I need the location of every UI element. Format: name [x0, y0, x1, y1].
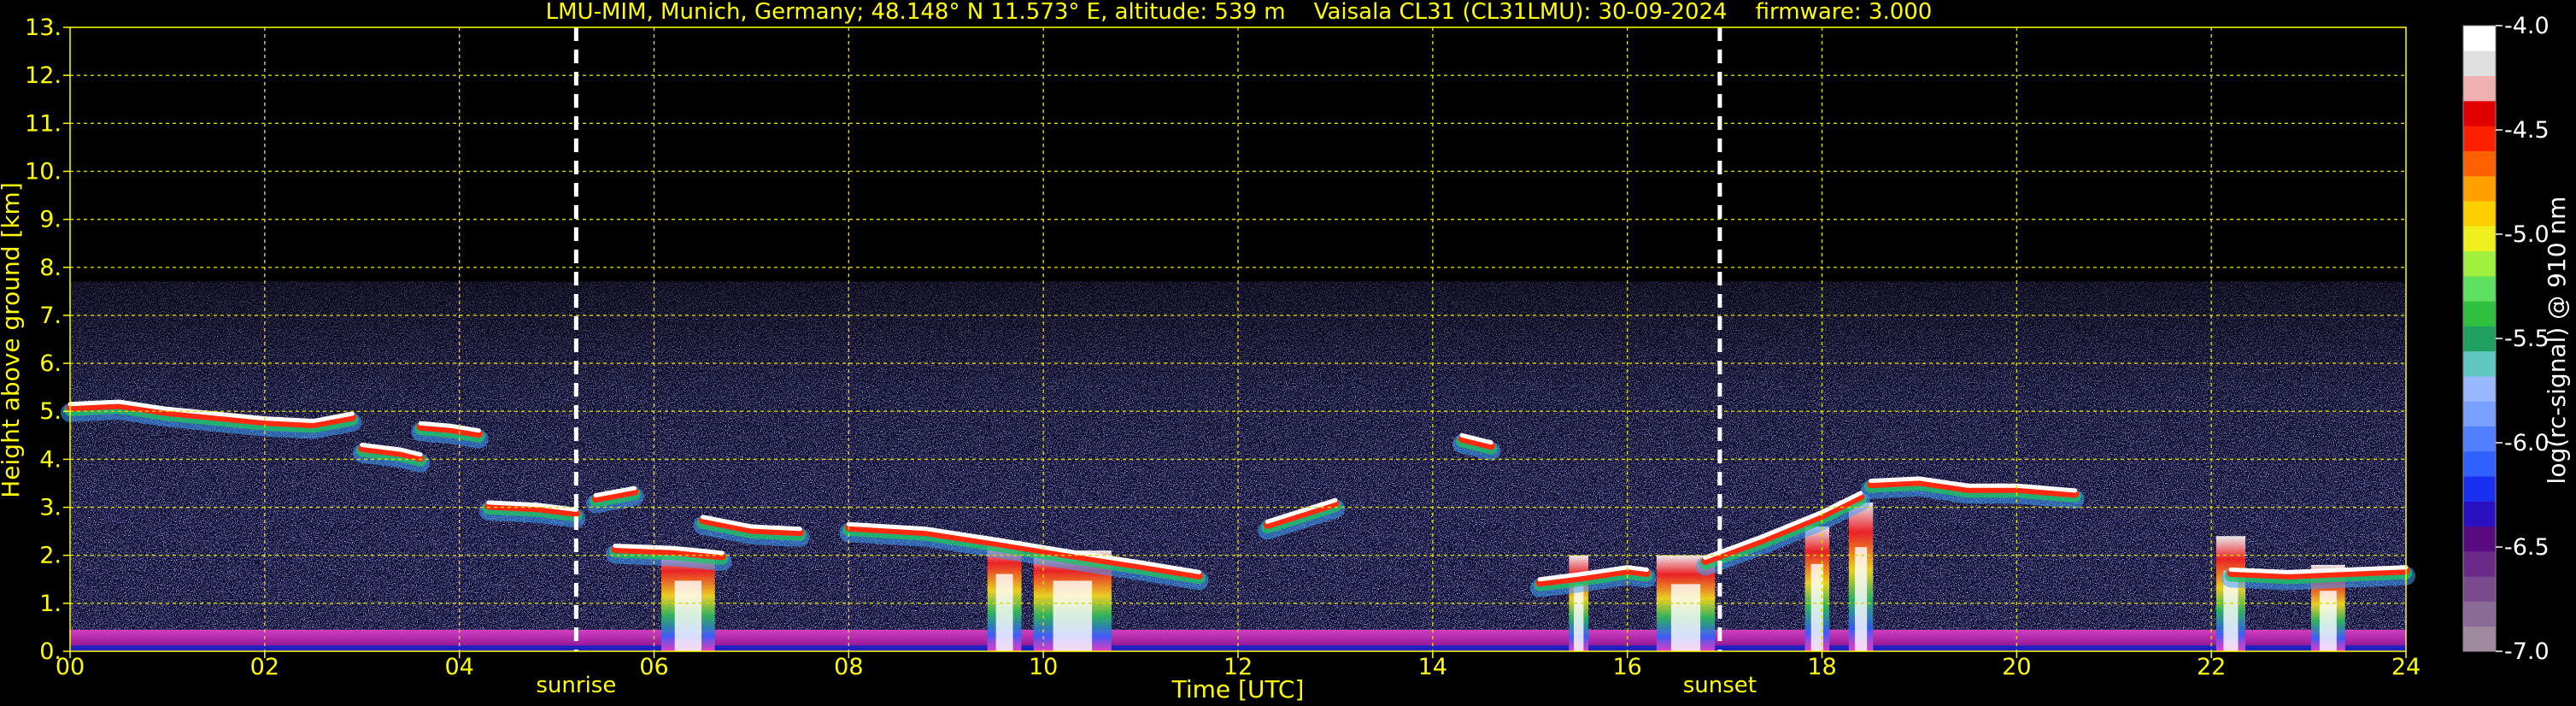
y-tick-label: 11. — [25, 110, 62, 137]
fall-streak-core — [995, 574, 1013, 651]
ceilometer-figure: LMU-MIM, Munich, Germany; 48.148° N 11.5… — [0, 0, 2571, 703]
x-tick-label: 10 — [1029, 654, 1058, 680]
x-tick-label: 00 — [56, 654, 85, 680]
colorbar-segment — [2463, 350, 2496, 377]
colorbar-segment — [2463, 226, 2496, 252]
x-tick-label: 02 — [250, 654, 279, 680]
x-tick-label: 22 — [2197, 654, 2226, 680]
y-tick-label: 10. — [25, 158, 62, 185]
colorbar-segment — [2463, 576, 2496, 602]
colorbar-segment — [2463, 100, 2496, 126]
colorbar-segment — [2463, 401, 2496, 427]
colorbar-segment — [2463, 75, 2496, 102]
x-tick-label: 16 — [1612, 654, 1641, 680]
colorbar-segment — [2463, 501, 2496, 527]
fall-streak-core — [1670, 584, 1701, 651]
colorbar-segment — [2463, 601, 2496, 627]
fall-streak-core — [2319, 591, 2337, 651]
colorbar-segment — [2463, 126, 2496, 151]
y-tick-label: 12. — [25, 62, 62, 89]
y-tick-label: 3. — [39, 495, 62, 521]
x-tick-label: 20 — [2002, 654, 2031, 680]
plot-area — [61, 26, 2415, 652]
y-tick-label: 2. — [39, 543, 62, 569]
x-tick-label: 06 — [639, 654, 668, 680]
colorbar-segment — [2463, 301, 2496, 327]
colorbar-tick-label: -7.0 — [2504, 638, 2550, 665]
colorbar-segment — [2463, 526, 2496, 552]
x-tick-label: 24 — [2391, 654, 2421, 680]
colorbar-segment — [2463, 426, 2496, 452]
y-axis-label: Height above ground [km] — [0, 182, 25, 498]
y-axis-ticks: 0.1.2.3.4.5.6.7.8.9.10.11.12.13. — [25, 15, 70, 665]
y-tick-label: 4. — [39, 446, 62, 473]
colorbar-tick-label: -6.5 — [2504, 534, 2550, 561]
colorbar: -4.0-4.5-5.0-5.5-6.0-6.5-7.0 — [2462, 13, 2550, 665]
y-tick-label: 9. — [39, 207, 62, 233]
colorbar-label: log(rc-signal) @ 910 nm — [2543, 197, 2571, 485]
colorbar-segment — [2463, 476, 2496, 502]
fall-streak-core — [1854, 547, 1868, 651]
x-tick-label: 14 — [1418, 654, 1447, 680]
y-tick-label: 6. — [39, 350, 62, 377]
colorbar-segment — [2463, 450, 2496, 477]
colorbar-segment — [2463, 150, 2496, 177]
x-tick-label: 18 — [1807, 654, 1836, 680]
colorbar-segment — [2463, 275, 2496, 302]
colorbar-tick-label: -4.5 — [2504, 117, 2550, 144]
colorbar-tick-label: -4.0 — [2504, 13, 2550, 39]
chart-title: LMU-MIM, Munich, Germany; 48.148° N 11.5… — [546, 0, 1933, 25]
colorbar-segment — [2463, 550, 2496, 577]
sunset-label: sunset — [1683, 673, 1757, 698]
colorbar-segment — [2463, 250, 2496, 277]
fall-streak-core — [674, 580, 702, 651]
sunrise-label: sunrise — [536, 673, 616, 698]
fall-streak-core — [1574, 584, 1584, 651]
colorbar-segment — [2463, 26, 2496, 51]
fall-streak-core — [1810, 563, 1823, 651]
y-tick-label: 7. — [39, 303, 62, 329]
x-tick-label: 08 — [834, 654, 863, 680]
y-tick-label: 13. — [25, 15, 62, 41]
y-tick-label: 8. — [39, 255, 62, 281]
colorbar-segment — [2463, 326, 2496, 352]
colorbar-segment — [2463, 50, 2496, 77]
x-axis-label: Time [UTC] — [1171, 675, 1305, 703]
x-tick-label: 04 — [444, 654, 473, 680]
colorbar-segment — [2463, 200, 2496, 227]
y-tick-label: 1. — [39, 591, 62, 617]
y-tick-label: 5. — [39, 398, 62, 425]
colorbar-segment — [2463, 626, 2496, 652]
colorbar-segment — [2463, 375, 2496, 402]
fall-streak-core — [1053, 580, 1093, 651]
colorbar-segment — [2463, 175, 2496, 202]
